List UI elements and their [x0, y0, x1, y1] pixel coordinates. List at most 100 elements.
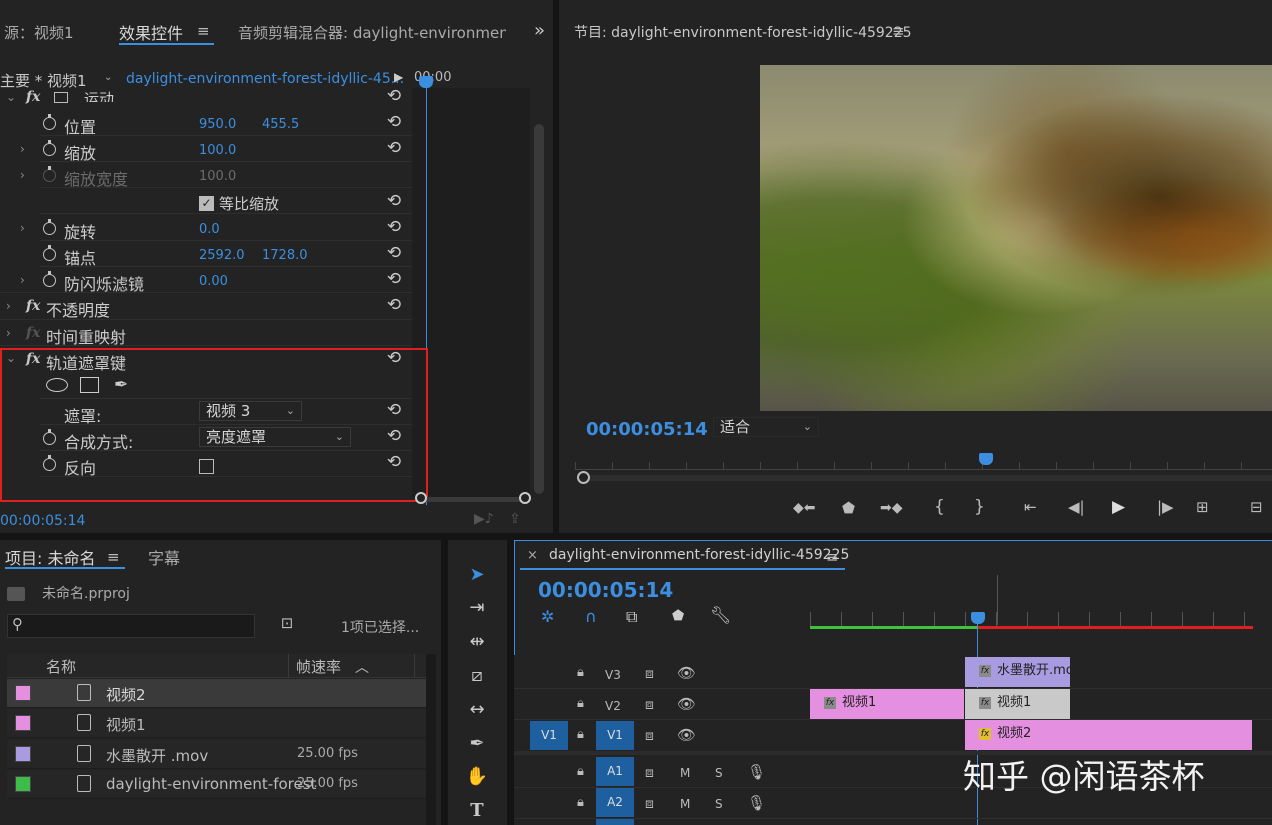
fx-icon[interactable]: fx — [26, 89, 40, 105]
motion-transform-icon[interactable] — [54, 92, 68, 103]
lock-icon[interactable]: 🔒︎ — [577, 727, 584, 742]
chevron-right-icon[interactable]: › — [20, 168, 25, 182]
work-area-bar-in[interactable] — [810, 626, 978, 629]
mute-button[interactable]: M — [680, 797, 690, 811]
selection-tool-icon[interactable]: ➤ — [464, 562, 490, 588]
captions-tab[interactable]: 字幕 — [148, 545, 180, 569]
label-color-swatch[interactable] — [15, 685, 31, 701]
anchor-x-value[interactable]: 2592.0 — [199, 248, 245, 263]
wrench-settings-icon[interactable]: 🔧︎ — [710, 606, 732, 626]
panel-menu-icon[interactable]: ≡ — [197, 22, 210, 40]
lock-icon[interactable]: 🔒︎ — [577, 665, 584, 680]
add-marker-icon[interactable]: ⬟ — [842, 499, 855, 517]
mark-in-brace-icon[interactable]: { — [934, 497, 945, 517]
stopwatch-icon[interactable] — [43, 219, 56, 235]
project-tab[interactable]: 项目: 未命名 — [5, 545, 95, 569]
stopwatch-icon[interactable] — [43, 271, 56, 287]
tab-effect-controls[interactable]: 效果控件 — [119, 20, 183, 44]
project-scrollbar[interactable] — [426, 654, 436, 825]
step-forward-icon[interactable]: |▶ — [1157, 498, 1174, 516]
list-item[interactable]: 视频1 — [7, 709, 426, 738]
reset-icon[interactable]: ⟲ — [386, 428, 402, 445]
chevron-down-icon[interactable]: ⌄ — [104, 72, 112, 83]
fx-icon[interactable]: fx — [26, 351, 40, 367]
track-v3-label[interactable]: V3 — [605, 668, 621, 682]
solo-button[interactable]: S — [715, 797, 723, 811]
chevron-down-icon[interactable]: ⌄ — [6, 90, 16, 104]
play-icon[interactable]: ▶ — [1112, 497, 1125, 517]
program-playhead[interactable] — [979, 453, 993, 465]
position-y-value[interactable]: 455.5 — [262, 117, 299, 132]
reset-icon[interactable]: ⟲ — [386, 88, 402, 105]
add-marker-icon[interactable]: ⬟ — [672, 608, 684, 624]
reverse-checkbox[interactable] — [199, 459, 214, 474]
ec-playhead[interactable] — [419, 76, 433, 88]
mute-button[interactable]: M — [680, 766, 690, 780]
sequence-clip-label[interactable]: daylight-environment-forest-idyllic-45..… — [126, 71, 404, 87]
program-zoom-bar[interactable] — [583, 475, 1272, 481]
panel-menu-icon[interactable]: ≡ — [107, 548, 120, 566]
microphone-icon[interactable]: 🎙︎ — [747, 763, 766, 781]
track-v1-label[interactable]: V1 — [596, 721, 634, 750]
column-divider[interactable] — [288, 654, 289, 678]
sync-lock-icon[interactable]: ⧈ — [645, 796, 654, 812]
flicker-filter-value[interactable]: 0.00 — [199, 274, 228, 289]
ec-zoom-handle-right[interactable] — [519, 492, 531, 504]
lock-icon[interactable]: 🔒︎ — [577, 795, 584, 810]
reset-icon[interactable]: ⟲ — [386, 454, 402, 471]
label-color-swatch[interactable] — [15, 776, 31, 792]
slip-tool-icon[interactable]: ↔ — [464, 697, 490, 723]
reset-icon[interactable]: ⟲ — [386, 350, 402, 367]
lock-icon[interactable]: 🔒︎ — [577, 696, 584, 711]
eye-icon[interactable]: 👁︎ — [677, 695, 696, 713]
track-a2-label[interactable]: A2 — [596, 788, 634, 817]
sync-lock-icon[interactable]: ⧈ — [645, 728, 654, 744]
panel-divider[interactable] — [441, 540, 448, 825]
track-a1-label[interactable]: A1 — [596, 757, 634, 786]
column-fps-header[interactable]: 帧速率 — [296, 656, 341, 677]
program-title[interactable]: 节目: daylight-environment-forest-idyllic-… — [574, 22, 912, 42]
clip-v1-video2[interactable]: fx 视频2 — [965, 720, 1252, 750]
more-tabs-icon[interactable]: » — [534, 20, 545, 41]
microphone-icon[interactable]: 🎙︎ — [747, 794, 766, 812]
column-divider[interactable] — [414, 654, 415, 678]
step-back-icon[interactable]: ◀| — [1068, 498, 1085, 516]
chevron-right-icon[interactable]: › — [20, 273, 25, 287]
new-bin-search-icon[interactable]: ⊡ — [268, 614, 306, 638]
reset-icon[interactable]: ⟲ — [386, 245, 402, 262]
panel-menu-icon[interactable]: ≡ — [826, 548, 839, 566]
label-color-swatch[interactable] — [15, 715, 31, 731]
close-icon[interactable]: × — [527, 548, 538, 563]
sync-lock-icon[interactable]: ⧈ — [645, 765, 654, 781]
label-color-swatch[interactable] — [15, 746, 31, 762]
go-to-in-icon[interactable]: ⇤ — [1024, 498, 1037, 516]
fx-icon[interactable]: fx — [26, 298, 40, 314]
clip-v2-video1-left[interactable]: fx 视频1 — [810, 689, 964, 719]
stopwatch-icon[interactable] — [43, 455, 56, 471]
panel-divider[interactable] — [0, 533, 1272, 540]
export-icon[interactable]: ⇪ — [509, 511, 521, 527]
program-ruler[interactable] — [575, 462, 1272, 470]
reset-icon[interactable]: ⟲ — [386, 271, 402, 288]
solo-button[interactable]: S — [715, 766, 723, 780]
sync-lock-icon[interactable]: ⧈ — [645, 666, 654, 682]
eye-icon[interactable]: 👁︎ — [677, 664, 696, 682]
list-item[interactable]: 视频2 — [7, 679, 426, 708]
master-clip-label[interactable]: 主要 * 视频1 — [0, 70, 87, 91]
uniform-scale-checkbox[interactable]: ✓ — [199, 196, 214, 211]
timeline-timecode[interactable]: 00:00:05:14 — [538, 578, 673, 602]
timeline-title[interactable]: daylight-environment-forest-idyllic-4592… — [549, 547, 849, 563]
position-x-value[interactable]: 950.0 — [199, 117, 236, 132]
insert-icon[interactable]: ⊞ — [1196, 498, 1209, 516]
program-video-frame[interactable] — [760, 65, 1272, 411]
timeline-ruler[interactable] — [810, 612, 1272, 626]
chevron-right-icon[interactable]: › — [20, 221, 25, 235]
clip-ink-mov[interactable]: fx 水墨散开.mov — [965, 657, 1070, 687]
anchor-y-value[interactable]: 1728.0 — [262, 248, 308, 263]
stopwatch-icon[interactable] — [43, 114, 56, 130]
overwrite-icon[interactable]: ⊟ — [1250, 498, 1263, 516]
nest-sequence-icon[interactable]: ✲ — [541, 607, 554, 626]
list-item[interactable]: 水墨散开 .mov 25.00 fps — [7, 740, 426, 769]
stopwatch-icon[interactable] — [43, 245, 56, 261]
chevron-right-icon[interactable]: › — [6, 299, 11, 313]
